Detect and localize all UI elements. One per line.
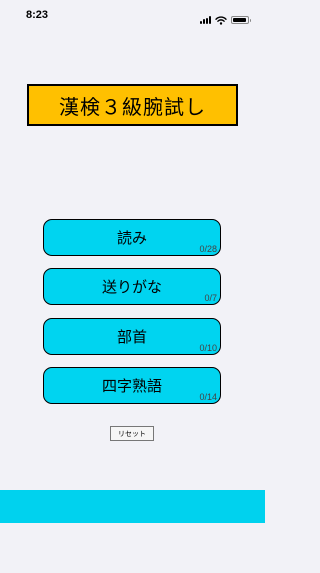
okurigana-progress-count: 0/7 xyxy=(204,293,217,303)
reset-button[interactable]: リセット xyxy=(110,426,154,441)
yojijukugo-button-label: 四字熟語 xyxy=(101,377,162,395)
reading-progress-count: 0/28 xyxy=(199,244,217,254)
radical-progress-count: 0/10 xyxy=(199,343,217,353)
reading-button[interactable]: 読み 0/28 xyxy=(43,219,221,256)
yojijukugo-button[interactable]: 四字熟語 0/14 xyxy=(43,367,221,404)
app-title: 漢検３級腕試し xyxy=(27,84,238,126)
reading-button-label: 読み xyxy=(116,229,147,247)
okurigana-button-label: 送りがな xyxy=(101,278,162,296)
bottom-bar xyxy=(0,490,265,523)
status-time: 8:23 xyxy=(26,9,49,21)
yojijukugo-progress-count: 0/14 xyxy=(199,392,217,402)
radical-button[interactable]: 部首 0/10 xyxy=(43,318,221,355)
wifi-icon xyxy=(215,10,227,29)
okurigana-button[interactable]: 送りがな 0/7 xyxy=(43,268,221,305)
signal-icon xyxy=(200,15,211,24)
status-bar: 8:23 xyxy=(0,0,265,34)
status-icons xyxy=(200,10,251,29)
battery-icon xyxy=(231,15,251,24)
radical-button-label: 部首 xyxy=(116,328,147,346)
